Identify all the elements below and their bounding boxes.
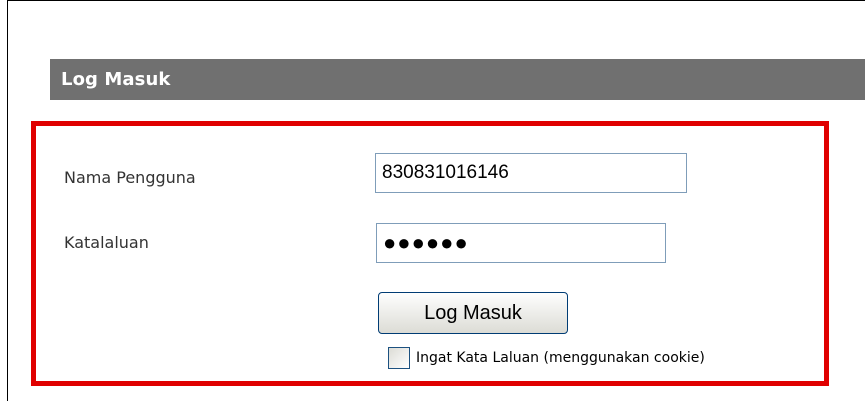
password-input[interactable]: [376, 223, 666, 263]
remember-checkbox[interactable]: [388, 347, 410, 369]
login-title: Log Masuk: [61, 69, 171, 90]
login-button[interactable]: Log Masuk: [378, 292, 568, 334]
password-label: Katalaluan: [64, 233, 149, 252]
login-header: Log Masuk: [50, 59, 865, 100]
username-input[interactable]: [375, 153, 687, 193]
remember-label: Ingat Kata Laluan (menggunakan cookie): [416, 350, 705, 366]
username-label: Nama Pengguna: [64, 168, 196, 187]
